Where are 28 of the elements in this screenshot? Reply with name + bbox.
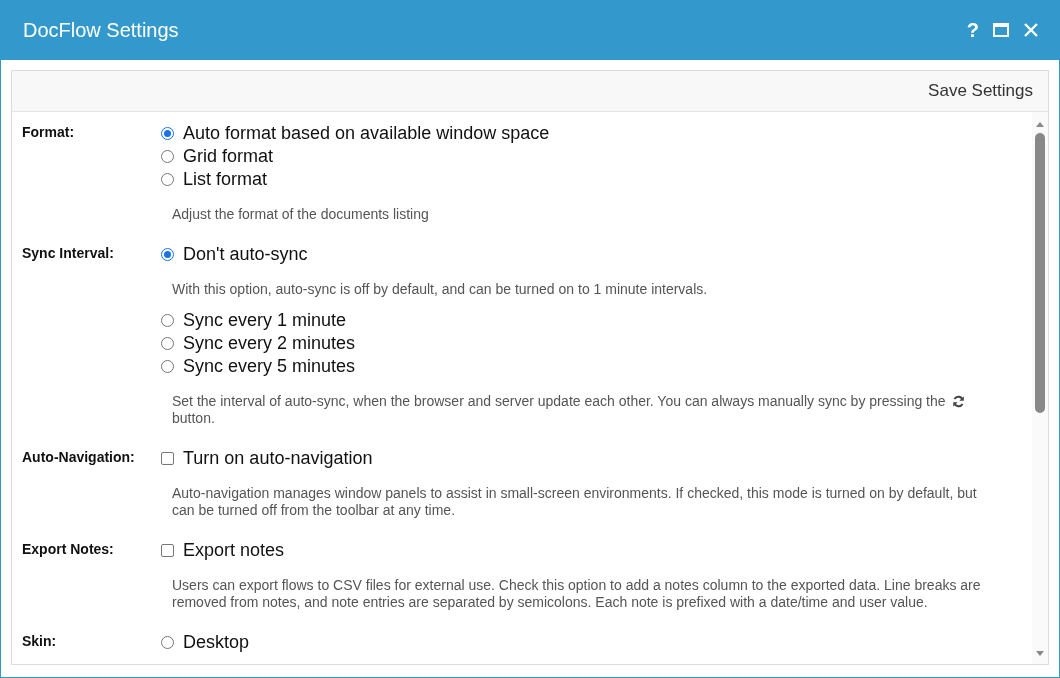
help-text: Users can export flows to CSV files for external use. Check this option to add a notes column to the exported data. Line breaks are removed from notes, and note entries are separated by semicolons. Each note is prefixed with a date/time and user value. (172, 577, 981, 610)
checkbox[interactable] (161, 452, 174, 465)
option-label: Grid format (183, 146, 274, 167)
help-text: Adjust the format of the documents listing (172, 206, 429, 222)
setting-label: Skin: (22, 632, 58, 651)
help-text: Auto-navigation manages window panels to assist in small-screen environments. If checked, this mode is turned on by default, but can be turned off from the toolbar at any time. (172, 485, 977, 518)
option-label: List format (183, 169, 268, 190)
refresh-icon (952, 395, 966, 408)
save-settings-button[interactable]: Save Settings (928, 77, 1033, 105)
checkbox[interactable] (161, 544, 174, 557)
maximize-button[interactable] (993, 23, 1009, 37)
option-label: Don't auto-sync (183, 244, 308, 265)
help-text: button. (172, 410, 215, 426)
option-label: Desktop (183, 632, 250, 653)
option-label: Sync every 2 minutes (183, 333, 356, 354)
setting-label: Export Notes: (22, 540, 115, 559)
window-title: DocFlow Settings (23, 18, 180, 42)
option-label: Sync every 5 minutes (183, 356, 356, 377)
close-button[interactable] (1023, 22, 1039, 38)
setting-label: Auto-Navigation: (22, 448, 136, 467)
option-label: Auto format based on available window space (183, 123, 550, 144)
setting-label: Format: (22, 123, 76, 142)
help-text: With this option, auto-sync is off by default, and can be turned on to 1 minute intervals. (172, 281, 708, 297)
option-label: Sync every 1 minute (183, 310, 347, 331)
help-text: Set the interval of auto-sync, when the browser and server update each other. You can always manually sync by pressing the (172, 393, 946, 409)
option-label: Turn on auto-navigation (183, 448, 373, 469)
option-label: Export notes (183, 540, 285, 561)
setting-label: Sync Interval: (22, 244, 115, 263)
